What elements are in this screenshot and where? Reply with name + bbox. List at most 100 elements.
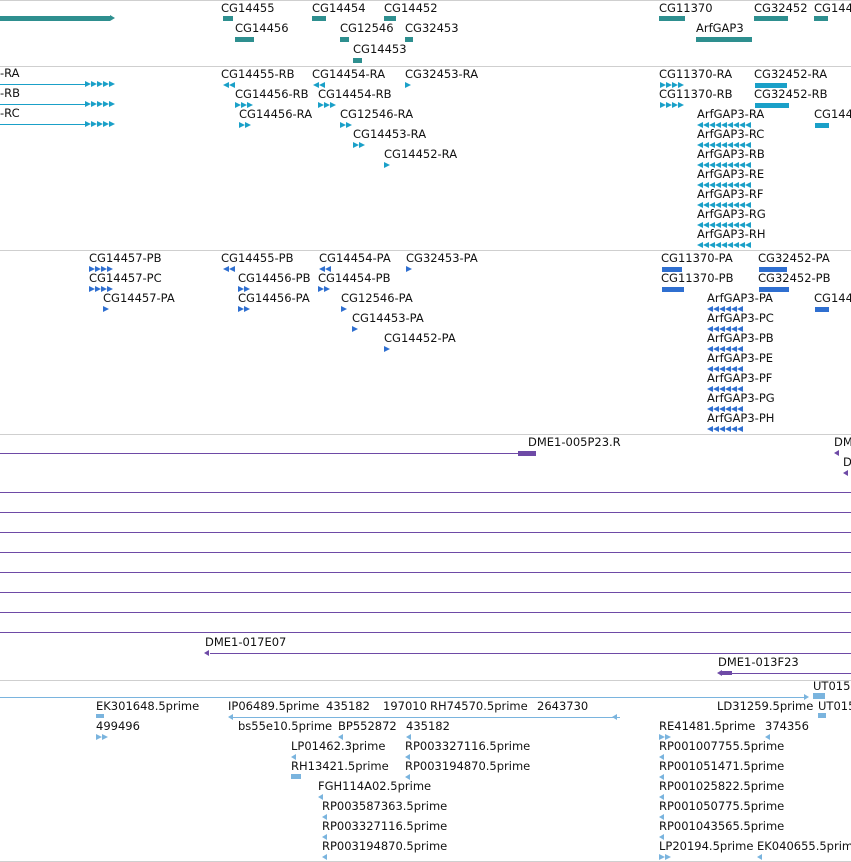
- transcript-label[interactable]: ArfGAP3-RB: [697, 148, 765, 161]
- protein-label[interactable]: CG11370-PA: [661, 252, 733, 265]
- transcript-label[interactable]: ArfGAP3-RH: [697, 228, 765, 241]
- clone-label[interactable]: D: [843, 456, 851, 469]
- feature-glyph[interactable]: [223, 82, 235, 89]
- transcript-label[interactable]: CG32453-RA: [405, 68, 478, 81]
- est-label[interactable]: RP001007755.5prime: [659, 740, 784, 753]
- feature-glyph[interactable]: [238, 286, 252, 293]
- transcript-label[interactable]: ArfGAP3-RF: [697, 188, 763, 201]
- protein-label[interactable]: CG144: [814, 292, 851, 305]
- gene-label[interactable]: CG32452: [754, 2, 808, 15]
- feature-glyph[interactable]: [96, 734, 108, 741]
- feature-glyph[interactable]: [89, 286, 113, 293]
- protein-label[interactable]: CG14456-PB: [238, 272, 311, 285]
- transcript-label[interactable]: CG12546-RA: [340, 108, 413, 121]
- feature-glyph[interactable]: [815, 123, 829, 128]
- feature-glyph[interactable]: [312, 16, 326, 21]
- feature-glyph[interactable]: [659, 854, 673, 861]
- transcript-label[interactable]: CG14456-RA: [239, 108, 312, 121]
- transcript-label[interactable]: -RB: [0, 87, 20, 100]
- transcript-label[interactable]: CG14454-RB: [318, 88, 392, 101]
- feature-glyph[interactable]: [341, 306, 349, 313]
- feature-glyph[interactable]: [313, 82, 325, 89]
- est-label[interactable]: RP001025822.5prime: [659, 780, 784, 793]
- est-label[interactable]: 2643730: [537, 700, 588, 713]
- protein-label[interactable]: CG14454-PB: [318, 272, 391, 285]
- est-label[interactable]: RE41481.5prime: [659, 720, 755, 733]
- protein-label[interactable]: CG14457-PA: [103, 292, 175, 305]
- feature-glyph[interactable]: [235, 102, 253, 109]
- clone-label[interactable]: DME1-005P23.R: [528, 436, 621, 449]
- est-label[interactable]: FGH114A02.5prime: [318, 780, 431, 793]
- protein-label[interactable]: CG32452-PB: [758, 272, 831, 285]
- transcript-label[interactable]: CG14455-RB: [221, 68, 295, 81]
- protein-label[interactable]: CG14452-PA: [384, 332, 456, 345]
- gene-label[interactable]: CG11370: [659, 2, 713, 15]
- gene-label[interactable]: CG144: [814, 2, 851, 15]
- feature-glyph[interactable]: [755, 83, 787, 88]
- transcript-label[interactable]: CG11370-RB: [659, 88, 733, 101]
- clone-label[interactable]: DM: [834, 436, 851, 449]
- transcript-label[interactable]: CG14456-RB: [235, 88, 309, 101]
- protein-label[interactable]: ArfGAP3-PF: [707, 372, 772, 385]
- transcript-label[interactable]: CG14452-RA: [384, 148, 457, 161]
- feature-glyph[interactable]: [662, 267, 682, 272]
- est-label[interactable]: 197010: [383, 700, 427, 713]
- transcript-glyph[interactable]: [85, 101, 115, 108]
- feature-glyph[interactable]: [384, 16, 396, 21]
- feature-glyph[interactable]: [660, 82, 684, 89]
- feature-glyph[interactable]: [235, 37, 254, 42]
- gene-label[interactable]: CG14456: [235, 22, 289, 35]
- protein-glyph[interactable]: [707, 426, 747, 433]
- feature-glyph[interactable]: [318, 286, 330, 293]
- protein-label[interactable]: ArfGAP3-PA: [707, 292, 773, 305]
- est-label[interactable]: 435182: [326, 700, 370, 713]
- feature-glyph[interactable]: [759, 267, 787, 272]
- feature-glyph[interactable]: [238, 306, 250, 313]
- protein-label[interactable]: ArfGAP3-PC: [707, 312, 774, 325]
- est-label[interactable]: RH74570.5prime: [430, 700, 528, 713]
- feature-glyph[interactable]: [754, 16, 788, 21]
- transcript-label[interactable]: ArfGAP3-RA: [697, 108, 764, 121]
- gene-label[interactable]: CG14455: [221, 2, 275, 15]
- feature-glyph[interactable]: [96, 714, 104, 718]
- feature-glyph[interactable]: [318, 102, 336, 109]
- protein-label[interactable]: CG14455-PB: [221, 252, 294, 265]
- clone-label[interactable]: DME1-017E07: [205, 636, 286, 649]
- transcript-label[interactable]: CG32452-RB: [754, 88, 828, 101]
- gene-label[interactable]: CG14452: [384, 2, 438, 15]
- est-label[interactable]: UT015: [813, 680, 850, 693]
- protein-label[interactable]: CG14453-PA: [352, 312, 424, 325]
- feature-glyph[interactable]: [239, 122, 251, 129]
- transcript-label[interactable]: -RC: [0, 107, 20, 120]
- est-label[interactable]: RP003194870.5prime: [405, 760, 530, 773]
- est-label[interactable]: RP003587363.5prime: [322, 800, 447, 813]
- est-label[interactable]: BP552872: [338, 720, 397, 733]
- clone-glyph[interactable]: [518, 451, 536, 456]
- est-label[interactable]: RP003327116.5prime: [322, 820, 447, 833]
- transcript-label[interactable]: ArfGAP3-RE: [697, 168, 764, 181]
- transcript-label[interactable]: ArfGAP3-RC: [697, 128, 764, 141]
- clone-label[interactable]: DME1-013F23: [718, 656, 799, 669]
- feature-glyph[interactable]: [660, 102, 686, 109]
- feature-glyph[interactable]: [384, 346, 392, 353]
- protein-label[interactable]: CG11370-PB: [661, 272, 734, 285]
- protein-label[interactable]: CG32453-PA: [406, 252, 478, 265]
- transcript-glyph[interactable]: [85, 81, 115, 88]
- feature-glyph[interactable]: [722, 671, 732, 675]
- protein-label[interactable]: CG14456-PA: [238, 292, 310, 305]
- gene-label[interactable]: CG14454: [312, 2, 366, 15]
- feature-glyph[interactable]: [405, 82, 415, 89]
- protein-label[interactable]: ArfGAP3-PG: [707, 392, 775, 405]
- feature-glyph[interactable]: [340, 37, 349, 42]
- transcript-label[interactable]: -RA: [0, 67, 20, 80]
- feature-glyph[interactable]: [815, 307, 829, 312]
- transcript-glyph[interactable]: [85, 121, 115, 128]
- est-label[interactable]: RH13421.5prime: [291, 760, 389, 773]
- protein-label[interactable]: CG14457-PC: [89, 272, 162, 285]
- feature-glyph[interactable]: [405, 37, 413, 42]
- est-label[interactable]: RP001043565.5prime: [659, 820, 784, 833]
- est-label[interactable]: LP01462.3prime: [291, 740, 385, 753]
- feature-glyph[interactable]: [223, 266, 237, 273]
- feature-glyph[interactable]: [662, 287, 684, 292]
- est-label[interactable]: LD31259.5prime: [717, 700, 813, 713]
